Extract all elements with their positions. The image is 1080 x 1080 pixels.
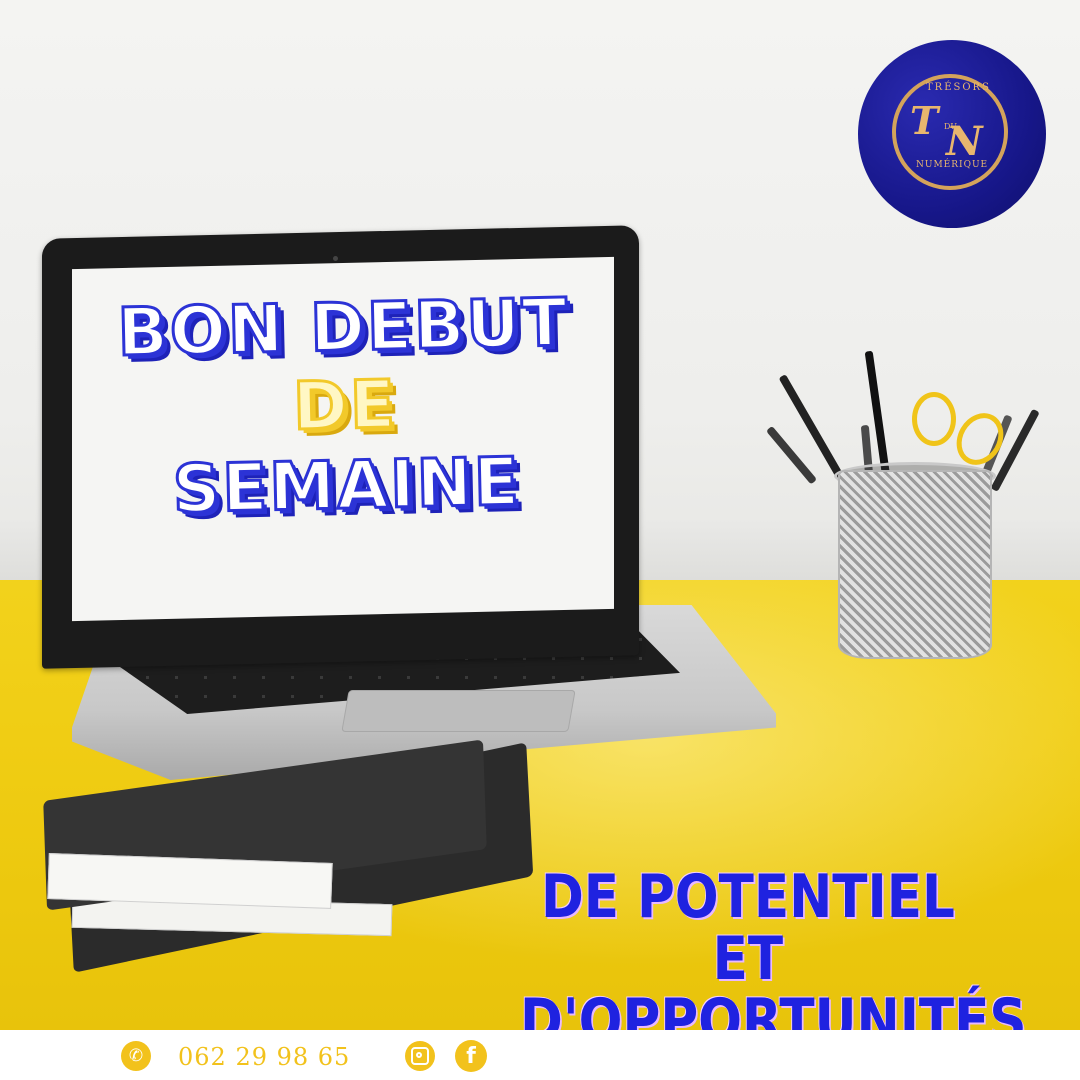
facebook-icon[interactable]: f <box>455 1040 487 1072</box>
screen-message: BON DEBUT DE SEMAINE <box>93 282 598 530</box>
logo-letter-t: T <box>910 98 939 143</box>
webcam <box>333 256 338 261</box>
slogan-line-1: DE POTENTIEL ET <box>540 862 955 994</box>
phone-icon[interactable]: ✆ <box>121 1041 151 1071</box>
phone-number[interactable]: 062 29 98 65 <box>178 1043 350 1071</box>
footer-bar <box>0 1030 1080 1080</box>
laptop-trackpad <box>341 690 576 732</box>
screen-line-2: DE <box>291 364 400 446</box>
background-photo: BON DEBUT DE SEMAINE TRÉSORS DU T N NUMÉ… <box>0 0 1080 1030</box>
mesh-cup <box>838 470 992 659</box>
logo-bottom-text: NUMÉRIQUE <box>916 160 989 170</box>
slogan: DE POTENTIEL ET D'OPPORTUNITÉS <box>520 862 1027 1030</box>
screen-line-3: SEMAINE <box>170 442 523 530</box>
logo-top-text: TRÉSORS <box>926 82 991 93</box>
slogan-line-2: D'OPPORTUNITÉS <box>520 986 1027 1030</box>
logo-letter-n: N <box>946 118 983 165</box>
screen-line-1: BON DEBUT <box>115 282 571 372</box>
instagram-icon[interactable] <box>405 1041 435 1071</box>
